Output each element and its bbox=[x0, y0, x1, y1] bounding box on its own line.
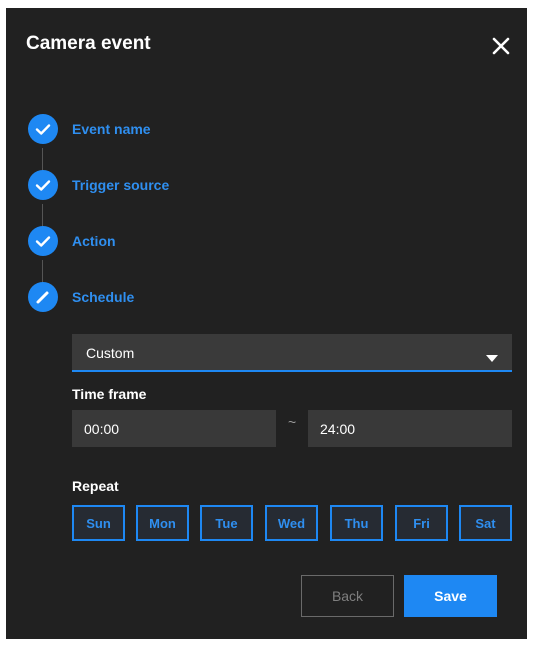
day-mon-toggle[interactable]: Mon bbox=[136, 505, 189, 541]
end-time-input[interactable] bbox=[308, 410, 512, 447]
pencil-icon bbox=[28, 282, 58, 312]
repeat-label: Repeat bbox=[72, 478, 119, 494]
close-icon[interactable] bbox=[490, 35, 512, 57]
check-icon bbox=[28, 170, 58, 200]
step-label: Event name bbox=[72, 121, 151, 137]
start-time-input[interactable] bbox=[72, 410, 276, 447]
start-time-field[interactable] bbox=[72, 410, 276, 447]
save-button[interactable]: Save bbox=[404, 575, 497, 617]
step-label: Action bbox=[72, 233, 116, 249]
step-event-name[interactable]: Event name bbox=[28, 114, 328, 144]
day-fri-toggle[interactable]: Fri bbox=[395, 505, 448, 541]
time-frame-label: Time frame bbox=[72, 386, 147, 402]
caret-down-icon bbox=[486, 349, 498, 367]
step-schedule[interactable]: Schedule bbox=[28, 282, 328, 312]
step-label: Trigger source bbox=[72, 177, 170, 193]
day-wed-toggle[interactable]: Wed bbox=[265, 505, 318, 541]
back-button[interactable]: Back bbox=[301, 575, 394, 617]
day-tue-toggle[interactable]: Tue bbox=[200, 505, 253, 541]
check-icon bbox=[28, 114, 58, 144]
end-time-field[interactable] bbox=[308, 410, 512, 447]
check-icon bbox=[28, 226, 58, 256]
time-separator: ~ bbox=[288, 414, 297, 430]
camera-event-dialog: Camera event Event name Trigger source A… bbox=[6, 8, 527, 639]
step-trigger-source[interactable]: Trigger source bbox=[28, 170, 328, 200]
dialog-title: Camera event bbox=[26, 33, 151, 54]
day-thu-toggle[interactable]: Thu bbox=[330, 505, 383, 541]
schedule-select[interactable]: Custom bbox=[72, 334, 512, 372]
schedule-select-value: Custom bbox=[86, 345, 135, 361]
step-action[interactable]: Action bbox=[28, 226, 328, 256]
step-label: Schedule bbox=[72, 289, 135, 305]
day-sun-toggle[interactable]: Sun bbox=[72, 505, 125, 541]
day-sat-toggle[interactable]: Sat bbox=[459, 505, 512, 541]
